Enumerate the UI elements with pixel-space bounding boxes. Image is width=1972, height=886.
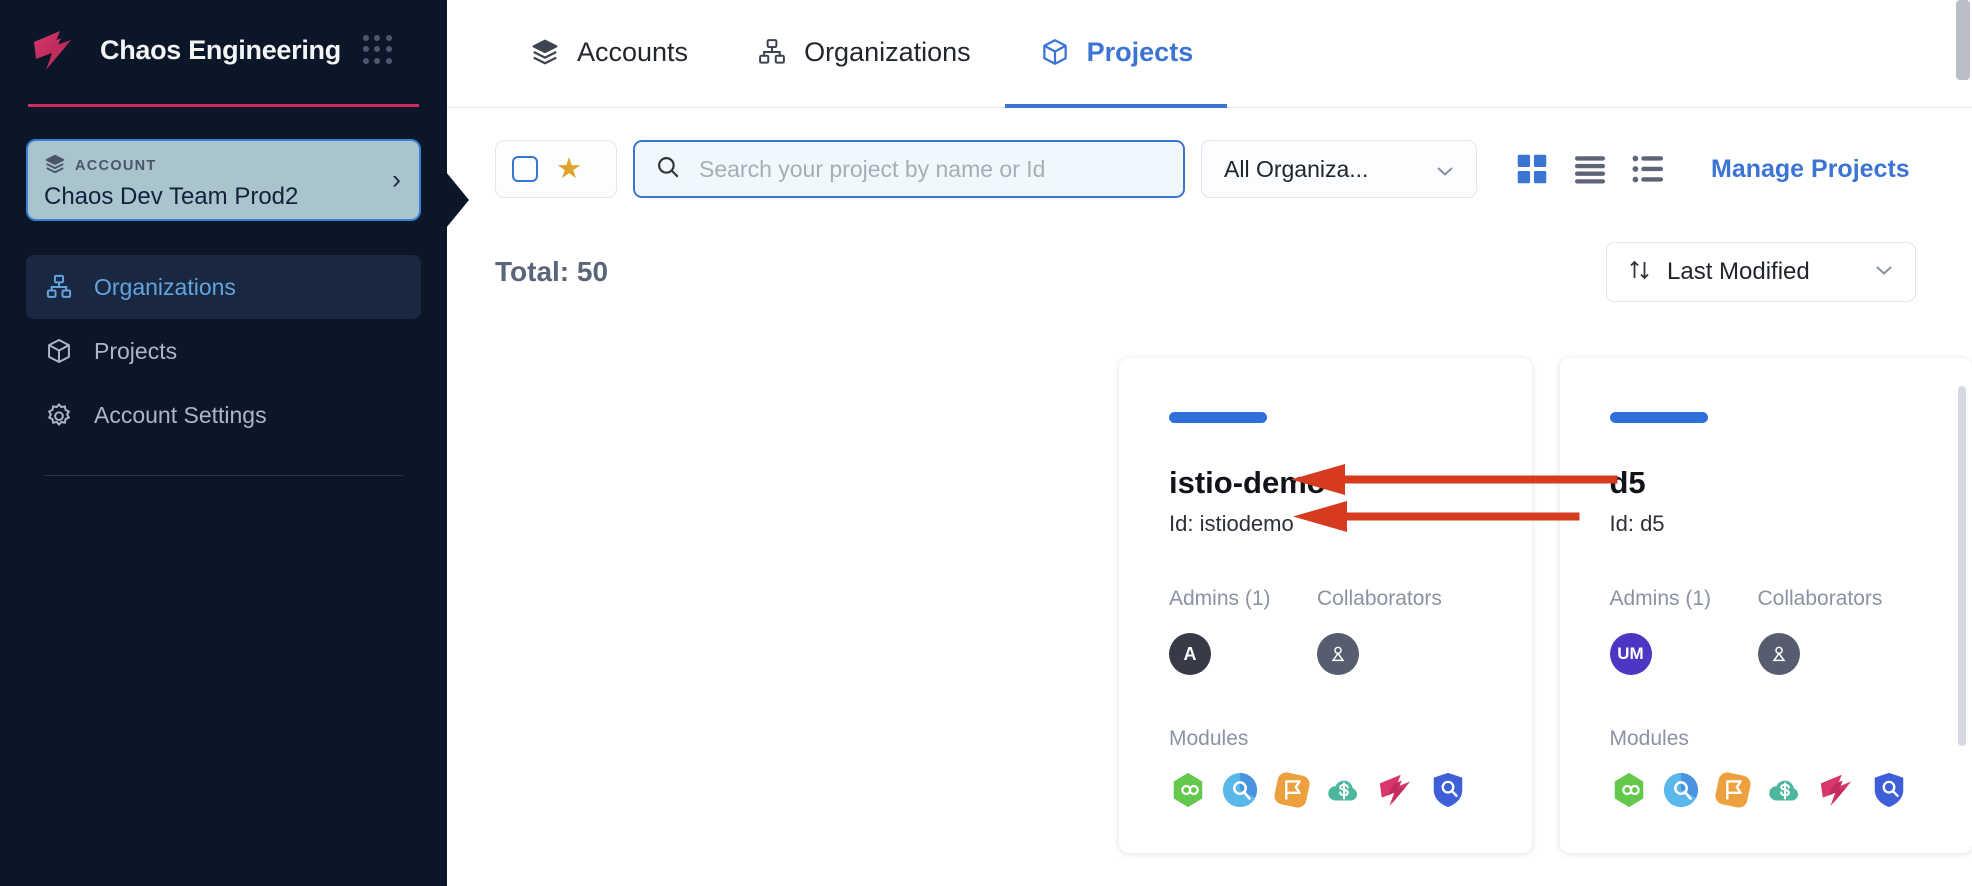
chevron-down-icon — [1875, 263, 1893, 281]
project-card[interactable]: d5 Id: d5 Admins (1) UM Collaborators Mo… — [1559, 358, 1972, 853]
search-input[interactable] — [699, 155, 1163, 183]
sidebar-item-projects[interactable]: Projects — [26, 319, 421, 383]
chaos-module-icon[interactable] — [1818, 771, 1856, 809]
project-id: Id: istiodemo — [1169, 511, 1294, 536]
modules-label: Modules — [1169, 727, 1249, 750]
account-selector[interactable]: ACCOUNT Chaos Dev Team Prod2 › — [26, 139, 421, 221]
tab-label: Organizations — [804, 36, 971, 67]
project-id: Id: d5 — [1609, 511, 1665, 536]
organization-filter-select[interactable]: All Organiza... — [1201, 140, 1477, 198]
sort-select[interactable]: Last Modified — [1606, 242, 1916, 302]
star-icon: ★ — [556, 152, 582, 185]
cicd-module-icon[interactable] — [1169, 771, 1207, 809]
collaborators-column: Collaborators — [1757, 587, 1883, 675]
brand-title: Chaos Engineering — [100, 34, 341, 65]
account-label-row: ACCOUNT — [44, 153, 403, 179]
grid-view-icon[interactable] — [1511, 148, 1553, 190]
cube-icon — [1039, 36, 1071, 68]
admins-label: Admins (1) — [1169, 587, 1271, 610]
security-tests-module-icon[interactable] — [1429, 771, 1467, 809]
collaborators-label: Collaborators — [1757, 587, 1883, 610]
sort-value: Last Modified — [1667, 258, 1810, 285]
account-label: ACCOUNT — [75, 158, 157, 174]
main-content: Accounts Organizations Projects ★ Search… — [447, 0, 1972, 886]
project-accent-bar — [1169, 412, 1267, 423]
gear-icon — [44, 400, 74, 430]
project-people: Admins (1) A Collaborators — [1169, 587, 1482, 675]
sidebar-nav: Organizations Projects Account Settings — [26, 255, 421, 476]
total-count: Total: 50 — [495, 256, 609, 287]
search-field[interactable] — [633, 140, 1185, 198]
feature-flags-module-icon[interactable] — [1273, 771, 1311, 809]
modules-label: Modules — [1609, 727, 1689, 750]
chaos-module-icon[interactable] — [1377, 771, 1415, 809]
user-icon[interactable] — [1757, 633, 1800, 675]
modules-row — [1169, 771, 1482, 809]
checkbox-icon[interactable] — [512, 156, 538, 182]
sidebar-item-label: Account Settings — [94, 401, 267, 428]
results-summary-row: Total: 50 Last Modified — [447, 198, 1972, 302]
cloud-costs-module-icon[interactable] — [1766, 771, 1804, 809]
modules-row — [1610, 771, 1923, 809]
sidebar-item-label: Projects — [94, 337, 178, 364]
account-name: Chaos Dev Team Prod2 — [44, 183, 299, 210]
brand-accent-underline — [28, 104, 419, 107]
list-view-icon[interactable] — [1569, 148, 1611, 190]
user-icon[interactable] — [1317, 633, 1359, 675]
chevron-right-icon: › — [392, 164, 401, 195]
tab-accounts[interactable]: Accounts — [495, 0, 722, 108]
chevron-down-icon — [1436, 164, 1454, 176]
layers-icon — [529, 36, 561, 68]
sort-arrows-icon — [1629, 258, 1651, 287]
sidebar: Chaos Engineering ACCOUNT Chaos Dev Team… — [0, 0, 469, 886]
tab-label: Projects — [1086, 36, 1194, 67]
tab-label: Accounts — [577, 36, 689, 67]
admins-column: Admins (1) UM — [1609, 587, 1758, 675]
tab-organizations[interactable]: Organizations — [722, 0, 1005, 108]
harness-chaos-logo — [30, 26, 78, 74]
detail-list-view-icon[interactable] — [1627, 148, 1669, 190]
project-people: Admins (1) UM Collaborators — [1609, 587, 1923, 675]
org-hierarchy-icon — [44, 272, 74, 302]
view-mode-buttons — [1511, 148, 1669, 190]
collaborators-label: Collaborators — [1317, 587, 1442, 610]
projects-toolbar: ★ All Organiza... — [447, 108, 1972, 198]
avatar[interactable]: UM — [1609, 633, 1652, 675]
content-scrollbar-thumb[interactable] — [1958, 386, 1966, 746]
app-root: Chaos Engineering ACCOUNT Chaos Dev Team… — [0, 0, 1972, 886]
cloud-costs-module-icon[interactable] — [1325, 771, 1363, 809]
cube-icon — [44, 336, 74, 366]
sidebar-item-organizations[interactable]: Organizations — [26, 255, 421, 319]
organization-filter-value: All Organiza... — [1224, 155, 1369, 182]
project-card-grid: istio-demo Id: istiodemo Admins (1) A Co… — [447, 302, 1972, 853]
brand-row: Chaos Engineering — [26, 0, 421, 100]
tab-projects[interactable]: Projects — [1004, 0, 1228, 108]
srm-module-icon[interactable] — [1662, 771, 1700, 809]
security-tests-module-icon[interactable] — [1870, 771, 1908, 809]
favorites-filter-toggle[interactable]: ★ — [495, 140, 617, 198]
cicd-module-icon[interactable] — [1610, 771, 1648, 809]
layers-icon — [44, 153, 66, 179]
srm-module-icon[interactable] — [1221, 771, 1259, 809]
sidebar-collapse-notch — [446, 172, 469, 228]
search-icon — [655, 154, 681, 185]
sidebar-item-label: Organizations — [94, 273, 236, 300]
feature-flags-module-icon[interactable] — [1714, 771, 1752, 809]
sidebar-divider — [44, 475, 403, 476]
top-tabs: Accounts Organizations Projects — [447, 0, 1972, 108]
project-card[interactable]: istio-demo Id: istiodemo Admins (1) A Co… — [1119, 358, 1618, 853]
project-name: istio-demo — [1169, 465, 1326, 500]
project-name: d5 — [1609, 465, 1646, 500]
page-scrollbar-thumb[interactable] — [1956, 0, 1970, 80]
collaborators-column: Collaborators — [1317, 587, 1442, 675]
grid-dots-icon[interactable] — [362, 35, 393, 65]
admins-column: Admins (1) A — [1169, 587, 1317, 675]
sidebar-item-account-settings[interactable]: Account Settings — [26, 383, 421, 447]
project-accent-bar — [1609, 412, 1708, 423]
admins-label: Admins (1) — [1609, 587, 1712, 610]
avatar[interactable]: A — [1169, 633, 1211, 675]
org-hierarchy-icon — [756, 36, 788, 68]
content-scrollbar[interactable] — [1958, 386, 1966, 746]
manage-projects-link[interactable]: Manage Projects — [1711, 155, 1910, 184]
